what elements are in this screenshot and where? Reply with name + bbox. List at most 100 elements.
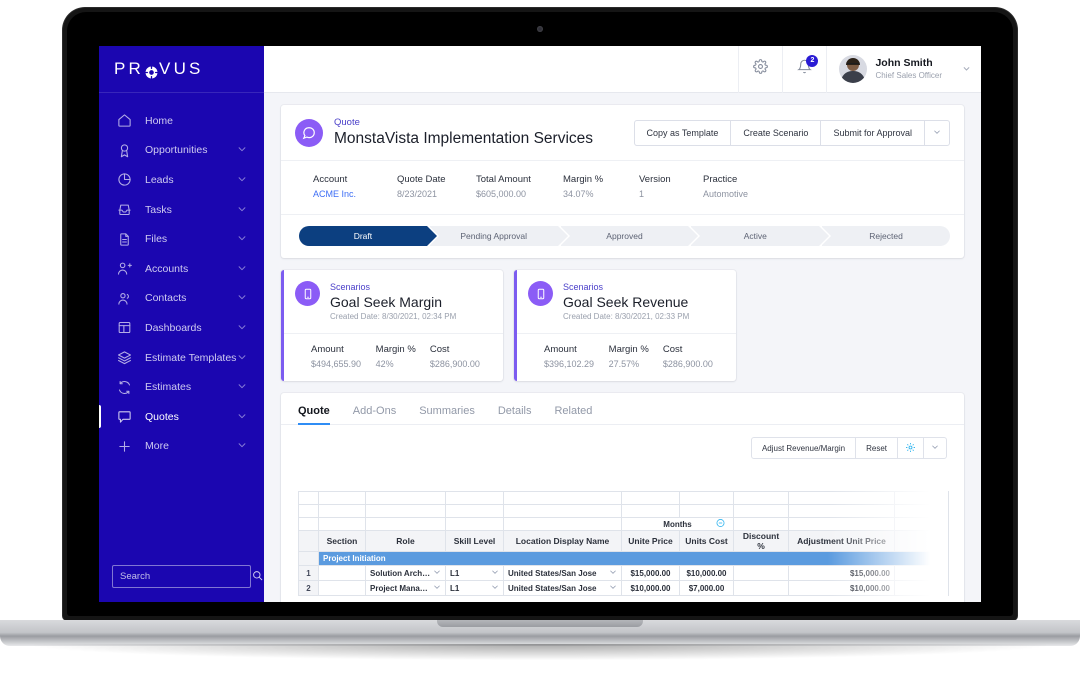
quote-action-create-scenario[interactable]: Create Scenario	[730, 121, 820, 145]
grid-cell[interactable]	[445, 517, 504, 531]
grid-cell[interactable]	[318, 504, 366, 518]
grid-cell[interactable]	[365, 504, 446, 518]
grid-button-reset[interactable]: Reset	[855, 438, 897, 458]
grid-cell[interactable]	[788, 491, 895, 505]
grid-cell[interactable]	[503, 504, 622, 518]
cell-role[interactable]: Project Manager	[365, 580, 446, 596]
grid-cell[interactable]: Months	[621, 517, 734, 531]
sidebar-item-tasks[interactable]: Tasks	[99, 195, 264, 225]
sidebar-item-estimate-templates[interactable]: Estimate Templates	[99, 343, 264, 373]
sidebar-item-more[interactable]: More	[99, 432, 264, 462]
grid-cell[interactable]	[445, 491, 504, 505]
grid-cell[interactable]	[298, 491, 319, 505]
chevron-down-icon[interactable]	[237, 289, 247, 307]
grid-cell[interactable]	[733, 517, 789, 531]
table-row[interactable]: 2 Project Manager L1 United States/San Jose…	[298, 580, 949, 596]
chevron-down-icon[interactable]	[491, 568, 499, 578]
scenario-card[interactable]: Scenarios Goal Seek Margin Created Date:…	[281, 270, 503, 381]
column-header[interactable]: Unite Price	[621, 530, 680, 552]
cell-unit-price[interactable]: $10,000.00	[621, 580, 680, 596]
grid-cell[interactable]	[621, 504, 680, 518]
column-header[interactable]: Section	[318, 530, 366, 552]
chevron-down-icon[interactable]	[237, 319, 247, 337]
chevron-down-icon[interactable]	[609, 583, 617, 593]
column-header[interactable]: Discount %	[733, 530, 789, 552]
sidebar-item-leads[interactable]: Leads	[99, 165, 264, 195]
chevron-down-icon[interactable]	[237, 349, 247, 367]
sidebar-item-accounts[interactable]: Accounts	[99, 254, 264, 284]
column-header[interactable]: Skill Level	[445, 530, 504, 552]
grid-cell[interactable]	[788, 517, 895, 531]
grid-cell[interactable]	[894, 504, 949, 518]
chevron-down-icon[interactable]	[237, 230, 247, 248]
grid-cell[interactable]	[318, 517, 366, 531]
cell-extra[interactable]	[894, 565, 949, 581]
grid-cell[interactable]	[679, 504, 734, 518]
cell-section[interactable]	[318, 580, 366, 596]
status-step-draft[interactable]: Draft	[299, 226, 437, 246]
grid-cell[interactable]	[788, 504, 895, 518]
cell-units-cost[interactable]: $10,000.00	[679, 565, 734, 581]
chevron-down-icon[interactable]	[433, 583, 441, 593]
minus-circle-icon[interactable]	[716, 519, 725, 530]
column-header[interactable]: Location Display Name	[503, 530, 622, 552]
cell-discount[interactable]	[733, 565, 789, 581]
status-step-pending-approval[interactable]: Pending Approval	[428, 226, 568, 246]
grid-cell[interactable]	[298, 504, 319, 518]
cell-adjustment-unit-price[interactable]: $15,000.00	[788, 565, 895, 581]
column-header[interactable]: Units Cost	[679, 530, 734, 552]
sidebar-item-home[interactable]: Home	[99, 106, 264, 136]
chevron-down-icon[interactable]	[237, 141, 247, 159]
cell-units-cost[interactable]: $7,000.00	[679, 580, 734, 596]
scenario-card[interactable]: Scenarios Goal Seek Revenue Created Date…	[514, 270, 736, 381]
sidebar-item-opportunities[interactable]: Opportunities	[99, 136, 264, 166]
grid-cell[interactable]	[318, 491, 366, 505]
grid-cell[interactable]	[503, 491, 622, 505]
meta-value[interactable]: ACME Inc.	[313, 187, 397, 201]
sidebar-search[interactable]	[112, 565, 263, 588]
sidebar-item-dashboards[interactable]: Dashboards	[99, 313, 264, 343]
chevron-down-icon[interactable]	[491, 583, 499, 593]
grid-button-adjust-revenue-margin[interactable]: Adjust Revenue/Margin	[752, 438, 855, 458]
cell-extra[interactable]	[894, 580, 949, 596]
grid-cell[interactable]	[621, 491, 680, 505]
status-step-approved[interactable]: Approved	[559, 226, 699, 246]
grid-cell[interactable]	[894, 491, 949, 505]
settings-button[interactable]	[738, 46, 782, 93]
chevron-down-icon[interactable]	[237, 201, 247, 219]
tab-quote[interactable]: Quote	[298, 405, 330, 425]
search-icon[interactable]	[252, 568, 263, 586]
grid-cell[interactable]	[733, 504, 789, 518]
quote-actions-more-button[interactable]	[924, 121, 949, 145]
sidebar-item-estimates[interactable]: Estimates	[99, 372, 264, 402]
chevron-down-icon[interactable]	[962, 60, 971, 78]
grid-cell[interactable]	[365, 517, 446, 531]
cell-location[interactable]: United States/San Jose	[503, 580, 622, 596]
cell-discount[interactable]	[733, 580, 789, 596]
tab-related[interactable]: Related	[554, 405, 592, 424]
grid-cell[interactable]	[894, 517, 949, 531]
status-step-rejected[interactable]: Rejected	[821, 226, 950, 246]
status-step-active[interactable]: Active	[690, 226, 829, 246]
grid-cell[interactable]	[733, 491, 789, 505]
table-row[interactable]: 1 Solution Architect L1 United States/San J…	[298, 565, 949, 581]
chevron-down-icon[interactable]	[237, 171, 247, 189]
cell-location[interactable]: United States/San Jose	[503, 565, 622, 581]
chevron-down-icon[interactable]	[237, 408, 247, 426]
column-header[interactable]: Adjustment Unit Price	[788, 530, 895, 552]
cell-section[interactable]	[318, 565, 366, 581]
cell-skill-level[interactable]: L1	[445, 565, 504, 581]
brand-logo[interactable]: PR VUS	[99, 46, 264, 93]
cell-unit-price[interactable]: $15,000.00	[621, 565, 680, 581]
chevron-down-icon[interactable]	[609, 568, 617, 578]
sidebar-item-quotes[interactable]: Quotes	[99, 402, 264, 432]
quote-action-copy-as-template[interactable]: Copy as Template	[635, 121, 731, 145]
chevron-down-icon[interactable]	[237, 437, 247, 455]
tab-add-ons[interactable]: Add-Ons	[353, 405, 396, 424]
quote-action-submit-for-approval[interactable]: Submit for Approval	[820, 121, 924, 145]
grid-settings-button[interactable]	[897, 438, 923, 458]
grid-more-button[interactable]	[923, 438, 946, 458]
grid-cell[interactable]	[503, 517, 622, 531]
grid-cell[interactable]	[365, 491, 446, 505]
chevron-down-icon[interactable]	[237, 378, 247, 396]
